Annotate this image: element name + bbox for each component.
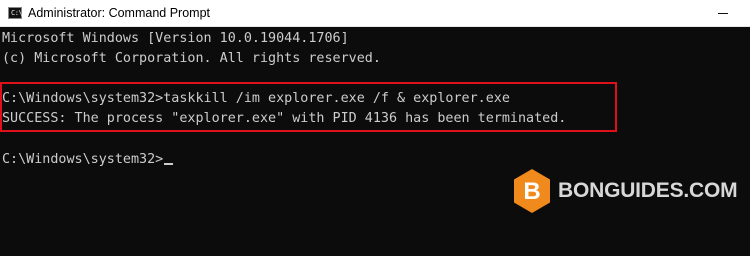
minimize-icon: [718, 13, 728, 14]
logo-letter: B: [523, 178, 540, 205]
cmd-icon: C:\: [8, 7, 23, 19]
watermark: B BONGUIDES.COM: [512, 168, 738, 214]
console-line-success: SUCCESS: The process "explorer.exe" with…: [2, 111, 567, 126]
console-output[interactable]: Microsoft Windows [Version 10.0.19044.17…: [0, 27, 750, 256]
window-title: Administrator: Command Prompt: [28, 6, 211, 20]
command-prompt-window: C:\ Administrator: Command Prompt Micros…: [0, 0, 750, 256]
minimize-button[interactable]: [705, 0, 750, 26]
console-prompt: C:\Windows\system32>: [2, 152, 164, 167]
console-line-version: Microsoft Windows [Version 10.0.19044.17…: [2, 31, 349, 46]
console-line-command: C:\Windows\system32>taskkill /im explore…: [2, 91, 510, 106]
text-cursor: [164, 163, 174, 165]
bonguides-logo-icon: B: [514, 169, 550, 213]
console-prompt-line[interactable]: C:\Windows\system32>: [2, 152, 174, 168]
watermark-text: BONGUIDES.COM: [558, 179, 738, 202]
console-line-copyright: (c) Microsoft Corporation. All rights re…: [2, 51, 381, 66]
title-bar[interactable]: C:\ Administrator: Command Prompt: [0, 0, 750, 27]
